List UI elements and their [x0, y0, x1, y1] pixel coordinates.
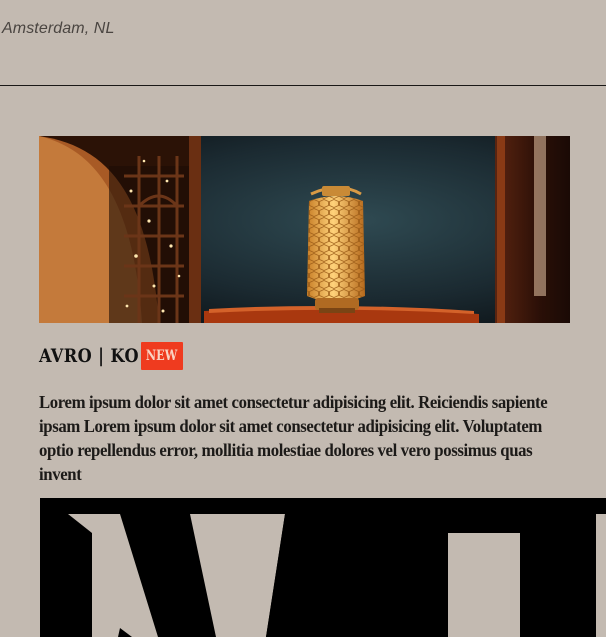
- large-letterform-graphic: [40, 498, 606, 637]
- location-label: Amsterdam, NL: [2, 20, 115, 37]
- new-badge-label: NEW: [146, 348, 178, 364]
- new-badge: NEW: [141, 342, 183, 370]
- hero-lantern-image: [39, 136, 570, 323]
- brand-name: AVRO | KO: [39, 345, 139, 367]
- product-header: AVRO | KO NEW: [39, 342, 183, 370]
- header-divider: [0, 85, 606, 86]
- product-description: Lorem ipsum dolor sit amet consectetur a…: [39, 392, 548, 484]
